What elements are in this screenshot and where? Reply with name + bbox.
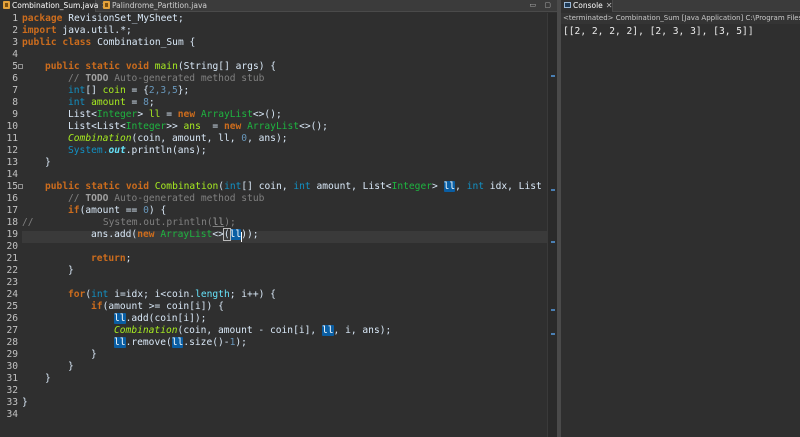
line-number: 6 <box>12 73 18 84</box>
java-file-icon <box>103 1 110 9</box>
code-editor[interactable]: 1 2 3 4 5 6 7 8 9 10 11 12 13 14 15 16 17 18 19 20 21 22 23 24 2… <box>0 13 557 437</box>
code-line: public static void main(String[] args) { <box>45 61 277 72</box>
window-controls[interactable]: ▭ ▢ <box>530 1 554 9</box>
line-number: 3 <box>12 37 18 48</box>
line-number: 5 <box>12 61 18 72</box>
code-line: System.out.println(ans); <box>68 145 207 156</box>
tab-console[interactable]: Console ✕ <box>561 0 613 12</box>
line-number: 18 <box>6 217 18 228</box>
tab-label: Combination_Sum.java <box>12 1 99 10</box>
line-number: 22 <box>6 265 18 276</box>
line-number: 16 <box>6 193 18 204</box>
line-number: 23 <box>6 277 18 288</box>
tab-label: Palindrome_Partition.java <box>112 1 207 10</box>
line-number: 17 <box>6 205 18 216</box>
line-number: 8 <box>12 97 18 108</box>
line-number: 2 <box>12 25 18 36</box>
line-number: 13 <box>6 157 18 168</box>
code-line: // TODO Auto-generated method stub <box>68 193 265 204</box>
code-line: ll.add(coin[i]); <box>114 313 207 324</box>
tab-palindrome-partition[interactable]: Palindrome_Partition.java <box>100 0 212 12</box>
code-line: List<Integer> ll = new ArrayList<>(); <box>68 109 282 120</box>
line-number: 1 <box>12 13 18 24</box>
code-line: } <box>68 265 74 276</box>
console-status: <terminated> Combination_Sum [Java Appli… <box>561 13 800 24</box>
ruler-mark[interactable] <box>551 333 555 335</box>
code-line: Combination(coin, amount, ll, 0, ans); <box>68 133 288 144</box>
ruler-mark[interactable] <box>551 309 555 311</box>
line-number: 9 <box>12 109 18 120</box>
code-line: } <box>68 361 74 372</box>
code-line: import java.util.*; <box>22 25 132 36</box>
ruler-mark[interactable] <box>551 241 555 243</box>
console-icon <box>564 2 571 8</box>
text-cursor <box>241 232 243 242</box>
line-number: 19 <box>6 229 18 240</box>
line-number: 26 <box>6 313 18 324</box>
code-line: // TODO Auto-generated method stub <box>68 73 265 84</box>
console-output[interactable]: [[2, 2, 2, 2], [2, 3, 3], [3, 5]] <box>563 25 798 39</box>
line-number: 15 <box>6 181 18 192</box>
line-number: 31 <box>6 373 18 384</box>
line-number: 24 <box>6 289 18 300</box>
line-number: 10 <box>6 121 18 132</box>
code-line: ll.remove(ll.size()-1); <box>114 337 247 348</box>
line-number: 4 <box>12 49 18 60</box>
line-number-gutter: 1 2 3 4 5 6 7 8 9 10 11 12 13 14 15 16 17 18 19 20 21 22 23 24 2… <box>0 13 18 437</box>
line-number: 34 <box>6 409 18 420</box>
code-line: List<List<Integer>> ans = new ArrayList<… <box>68 121 328 132</box>
editor-pane: Combination_Sum.java✕ Palindrome_Partiti… <box>0 0 557 437</box>
code-line: Combination(coin, amount - coin[i], ll, … <box>114 325 392 336</box>
code-line: // System.out.println(ll); <box>22 217 236 228</box>
line-number: 27 <box>6 325 18 336</box>
code-line: if(amount >= coin[i]) { <box>91 301 224 312</box>
line-number: 12 <box>6 145 18 156</box>
line-number: 30 <box>6 361 18 372</box>
line-number: 11 <box>6 133 18 144</box>
code-line: ans.add(new ArrayList<>(ll)); <box>91 228 259 241</box>
code-line: public class Combination_Sum { <box>22 37 196 48</box>
code-lines: package RevisionSet_MySheet; import java… <box>22 13 547 437</box>
line-number: 7 <box>12 85 18 96</box>
code-line: public static void Combination(int[] coi… <box>45 181 542 192</box>
line-number: 32 <box>6 385 18 396</box>
overview-ruler[interactable] <box>547 13 557 437</box>
java-file-icon <box>3 1 10 9</box>
line-number: 21 <box>6 253 18 264</box>
code-line: int[] coin = {2,3,5}; <box>68 85 190 96</box>
line-number: 29 <box>6 349 18 360</box>
code-line: } <box>91 349 97 360</box>
line-number: 14 <box>6 169 18 180</box>
close-icon[interactable]: ✕ <box>606 1 613 10</box>
code-line: package RevisionSet_MySheet; <box>22 13 184 24</box>
line-number: 28 <box>6 337 18 348</box>
line-number: 25 <box>6 301 18 312</box>
code-line: } <box>45 373 51 384</box>
console-tab-bar: Console ✕ <box>561 0 800 12</box>
console-pane: Console ✕ <terminated> Combination_Sum [J… <box>561 0 800 437</box>
console-tab-label: Console <box>573 1 603 10</box>
code-line: int amount = 8; <box>68 97 155 108</box>
code-line: } <box>22 397 28 408</box>
ruler-mark[interactable] <box>551 75 555 77</box>
editor-tab-bar: Combination_Sum.java✕ Palindrome_Partiti… <box>0 0 557 13</box>
code-line: return; <box>91 253 132 264</box>
line-number: 33 <box>6 397 18 408</box>
code-line: } <box>45 157 51 168</box>
line-number: 20 <box>6 241 18 252</box>
tab-combination-sum[interactable]: Combination_Sum.java✕ <box>0 0 108 13</box>
code-line: for(int i=idx; i<coin.length; i++) { <box>68 289 276 300</box>
ruler-mark[interactable] <box>551 189 555 191</box>
code-line: if(amount == 0) { <box>68 205 167 216</box>
